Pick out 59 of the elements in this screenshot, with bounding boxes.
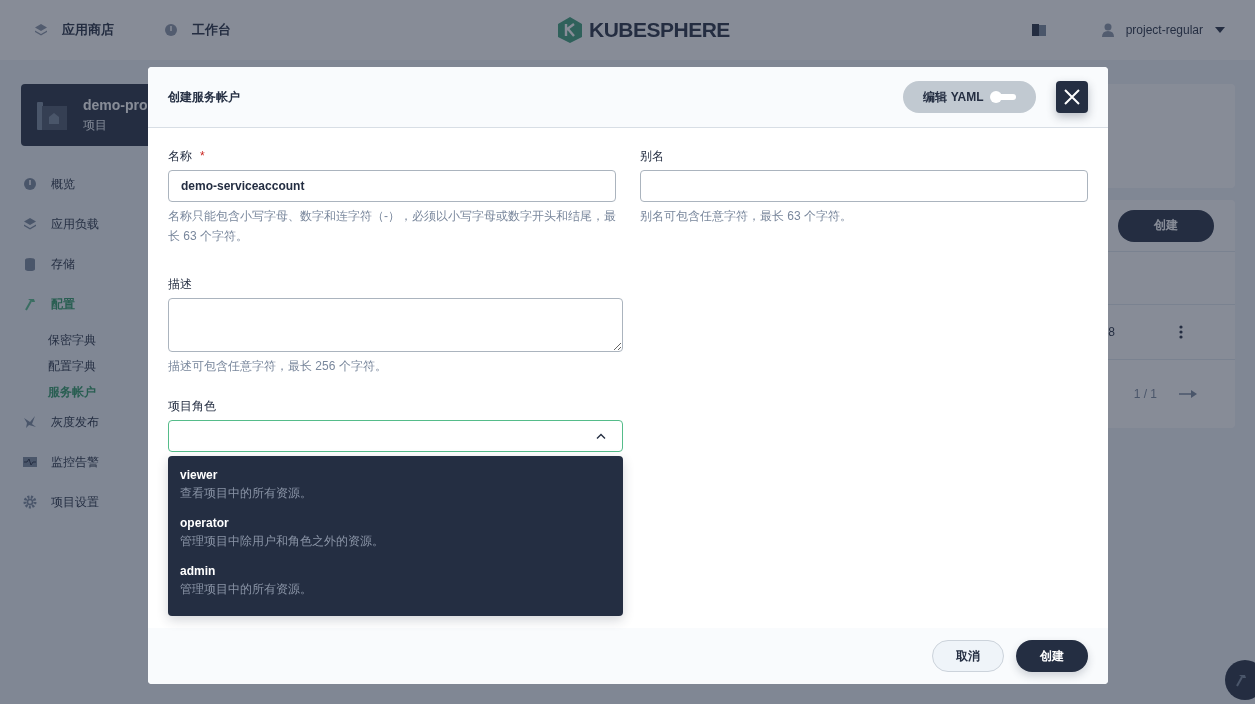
- field-label: 项目角色: [168, 398, 217, 414]
- logo-text: KUBESPHERE: [589, 18, 730, 42]
- option-name: admin: [180, 563, 217, 580]
- dropdown-option[interactable]: operator 管理项目中除用户和角色之外的资源。: [180, 514, 611, 550]
- field-label: 名称: [168, 148, 192, 164]
- sidebar-item[interactable]: 灰度发布: [23, 412, 231, 432]
- layers-icon: [23, 217, 37, 231]
- project-name: demo-pro: [83, 96, 148, 113]
- gear-icon: [23, 495, 37, 509]
- text-area[interactable]: [168, 298, 623, 352]
- option-name: viewer: [180, 467, 219, 484]
- dashboard-icon: [23, 177, 37, 191]
- input-field[interactable]: [640, 170, 1088, 202]
- hammer-icon: [1234, 673, 1248, 687]
- tool-button[interactable]: [1225, 660, 1255, 700]
- caret-icon: [1215, 27, 1225, 33]
- sidebar-item[interactable]: 配置: [23, 294, 231, 314]
- dropdown-option[interactable]: viewer 查看项目中的所有资源。: [180, 466, 611, 502]
- logo-icon: [557, 16, 583, 44]
- dashboard-icon: [164, 23, 178, 37]
- user-menu[interactable]: project-regular: [1101, 23, 1225, 37]
- close-icon: [1064, 89, 1080, 105]
- option-name: operator: [180, 515, 230, 532]
- required-mark: *: [200, 148, 205, 165]
- arrow-right-icon: [1179, 389, 1197, 399]
- table-cell: 8: [1108, 325, 1115, 339]
- layers-icon: [34, 23, 48, 37]
- hammer-icon: [23, 297, 37, 311]
- nav-link[interactable]: 应用商店: [34, 21, 114, 39]
- field-label: 别名: [640, 148, 665, 164]
- field-hint: 别名可包含任意字符，最长 63 个字符。: [640, 208, 853, 225]
- dialog-title: 创建服务帐户: [168, 88, 241, 106]
- user-name: project-regular: [1125, 23, 1203, 37]
- yaml-toggle[interactable]: 编辑 YAML: [903, 81, 1036, 113]
- project-icon: [37, 100, 67, 130]
- next-page-button[interactable]: [1179, 389, 1197, 399]
- create-button[interactable]: 创建: [1016, 640, 1088, 672]
- pulse-icon: [23, 455, 37, 469]
- create-button[interactable]: 创建: [1118, 209, 1214, 242]
- option-description: 管理项目中除用户和角色之外的资源。: [180, 533, 385, 550]
- field-hint: 名称只能包含小写字母、数字和连字符（-），必须以小写字母或数字开头和结尾，最长 63 个字符。: [168, 208, 617, 245]
- dropdown-option[interactable]: admin 管理项目中的所有资源。: [180, 562, 611, 598]
- option-description: 管理项目中的所有资源。: [180, 581, 313, 598]
- select-field[interactable]: [168, 420, 623, 452]
- close-button[interactable]: [1056, 81, 1088, 113]
- database-icon: [23, 257, 37, 271]
- field-label: 描述: [168, 276, 193, 292]
- field-hint: 描述可包含任意字符，最长 256 个字符。: [168, 358, 388, 375]
- chevron-icon: [596, 433, 606, 439]
- project-type: 项目: [83, 116, 108, 134]
- more-icon: [1179, 325, 1183, 339]
- book-icon: [1031, 24, 1046, 36]
- user-icon: [1101, 23, 1114, 37]
- input-field[interactable]: demo-serviceaccount: [168, 170, 616, 202]
- option-description: 查看项目中的所有资源。: [180, 485, 313, 502]
- page-indicator: 1 / 1: [1133, 387, 1157, 401]
- nav-link[interactable]: 工作台: [164, 21, 231, 39]
- cancel-button[interactable]: 取消: [932, 640, 1004, 672]
- sidebar-item[interactable]: 存储: [23, 254, 231, 274]
